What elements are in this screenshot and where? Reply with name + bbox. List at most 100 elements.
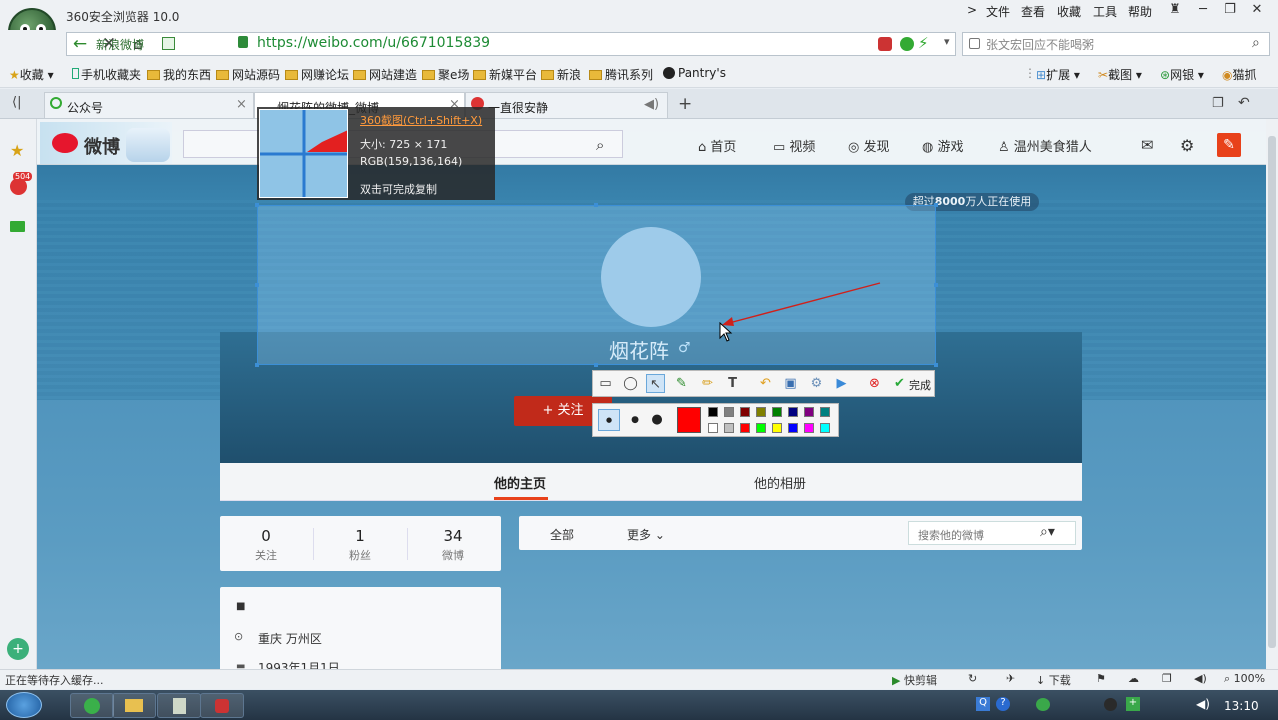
menu-tools[interactable]: 工具 [1093,3,1117,20]
send-icon[interactable]: ▶ [832,374,851,393]
bookmark-folder-forum[interactable]: 网赚论坛 [285,66,349,83]
screenshot-button[interactable]: ✂截图 ▾ [1098,66,1142,83]
taskbar-notes[interactable] [157,693,201,718]
pin-icon[interactable]: ✈ [1006,672,1015,685]
rectangle-tool-icon[interactable]: ▭ [596,374,615,393]
weibo-search-icon[interactable]: ⌕ [596,136,604,154]
settings-icon[interactable]: ⚙ [807,374,826,393]
taskbar-recorder[interactable] [200,693,244,718]
extensions-button[interactable]: ⊞扩展 ▾ [1036,66,1080,83]
settings-gear-icon[interactable]: ⚙ [1180,136,1194,155]
color-swatch[interactable] [724,407,734,417]
color-swatch[interactable] [756,423,766,433]
tab-mute-icon[interactable]: ◀) [644,97,659,112]
address-bar[interactable] [66,32,956,56]
restore-tabs-icon[interactable]: ❐ [1212,96,1224,111]
message-icon[interactable]: ✉ [1141,136,1154,154]
color-swatch[interactable] [820,423,830,433]
nav-game[interactable]: ◍ 游戏 [922,136,964,155]
tab-close-icon[interactable]: × [236,97,247,112]
resize-handle[interactable] [934,203,938,207]
tray-plus-icon[interactable]: + [1126,697,1140,711]
refresh-status-icon[interactable]: ↻ [968,672,977,685]
flag-icon[interactable]: ⚑ [1096,672,1106,685]
arrow-tool-icon[interactable]: ↖ [646,374,665,393]
stat-posts-count[interactable]: 34 [413,527,493,545]
tray-360-icon[interactable] [1036,698,1050,711]
color-swatch[interactable] [772,423,782,433]
ext-green-icon[interactable] [900,37,914,51]
bookmark-favorites[interactable]: ★收藏 ▾ [9,66,54,83]
active-color-swatch[interactable] [677,407,701,433]
taskbar-ie[interactable] [70,693,114,718]
color-swatch[interactable] [804,407,814,417]
tab-gongzhonghao[interactable]: 公众号 [44,92,254,118]
cloud-icon[interactable]: ☁ [1128,672,1139,685]
stat-followers-label[interactable]: 粉丝 [320,547,400,563]
bookmark-mobile[interactable]: 手机收藏夹 [72,66,141,83]
bookmark-folder-build[interactable]: 网站建造 [353,66,417,83]
color-swatch[interactable] [740,407,750,417]
new-tab-button[interactable]: + [678,94,692,114]
minimize-button[interactable]: ─ [1192,2,1214,20]
bookmark-folder-tencent[interactable]: 腾讯系列 [589,66,653,83]
feed-search-input[interactable]: 搜索他的微博 [918,527,984,543]
sidebar-mail-icon[interactable] [10,221,25,232]
resize-handle[interactable] [255,203,259,207]
menu-view[interactable]: 查看 [1021,3,1045,20]
ebank-button[interactable]: ⊛网银 ▾ [1160,66,1204,83]
stat-following-label[interactable]: 关注 [226,547,306,563]
tray-volume-icon[interactable]: ◀) [1196,697,1210,711]
cat-catch-button[interactable]: ◉猫抓 [1222,66,1257,83]
ext-red-icon[interactable] [878,37,892,51]
save-icon[interactable]: ▣ [781,374,800,393]
filter-all[interactable]: 全部 [550,526,574,543]
color-swatch[interactable] [788,407,798,417]
filter-more[interactable]: 更多 ⌄ [627,526,665,543]
tab-list-icon[interactable]: ⟨| [12,95,21,110]
download-button[interactable]: ↓ 下载 [1036,672,1071,688]
done-check-icon[interactable]: ✔ [890,374,909,393]
lightning-icon[interactable]: ⚡ [918,34,929,52]
dropdown-icon[interactable]: ▾ [944,35,950,48]
bookmark-folder-media[interactable]: 新媒平台 [473,66,537,83]
sidebar-add-icon[interactable]: + [7,638,29,660]
undo-close-icon[interactable]: ↶ [1238,95,1250,111]
start-button[interactable] [6,692,42,718]
zoom-control[interactable]: ⌕ 100% [1224,672,1265,686]
menu-expand-icon[interactable]: > [967,3,977,17]
skin-icon[interactable]: ♜ [1164,2,1186,20]
stat-posts-label[interactable]: 微博 [413,547,493,563]
resize-handle[interactable] [255,283,259,287]
nav-user[interactable]: ♙ 温州美食猎人 [998,136,1092,155]
tray-qq-icon[interactable] [1104,698,1117,711]
size-large-icon[interactable]: ● [646,409,668,431]
search-input[interactable]: 张文宏回应不能喝粥 [986,36,1094,53]
taskbar-explorer[interactable] [112,693,156,718]
resize-handle[interactable] [594,203,598,207]
compose-icon[interactable]: ✎ [1217,133,1241,157]
cancel-icon[interactable]: ⊗ [865,374,884,393]
highlighter-tool-icon[interactable]: ✏ [698,374,717,393]
brush-tool-icon[interactable]: ✎ [672,374,691,393]
quick-clip-button[interactable]: ▶ 快剪辑 [892,672,937,688]
resize-handle[interactable] [934,283,938,287]
back-icon[interactable]: ← [69,33,91,55]
tray-help-icon[interactable]: ? [996,697,1010,711]
stat-following-count[interactable]: 0 [226,527,306,545]
search-engine-icon[interactable] [969,38,980,49]
volume-icon[interactable]: ◀) [1194,672,1207,685]
menu-file[interactable]: 文件 [986,3,1010,20]
feed-search-icon[interactable]: ⌕▾ [1040,524,1055,540]
ellipse-tool-icon[interactable]: ◯ [621,374,640,393]
nav-home[interactable]: ⌂ 首页 [698,136,736,155]
done-button[interactable]: 完成 [909,377,931,393]
stat-followers-count[interactable]: 1 [320,527,400,545]
color-swatch[interactable] [788,423,798,433]
color-swatch[interactable] [740,423,750,433]
resize-handle[interactable] [934,363,938,367]
sidebar-favorites-icon[interactable]: ★ [10,141,24,160]
size-medium-icon[interactable]: ● [624,409,646,431]
resize-handle[interactable] [594,363,598,367]
nav-discover[interactable]: ◎ 发现 [848,136,890,155]
